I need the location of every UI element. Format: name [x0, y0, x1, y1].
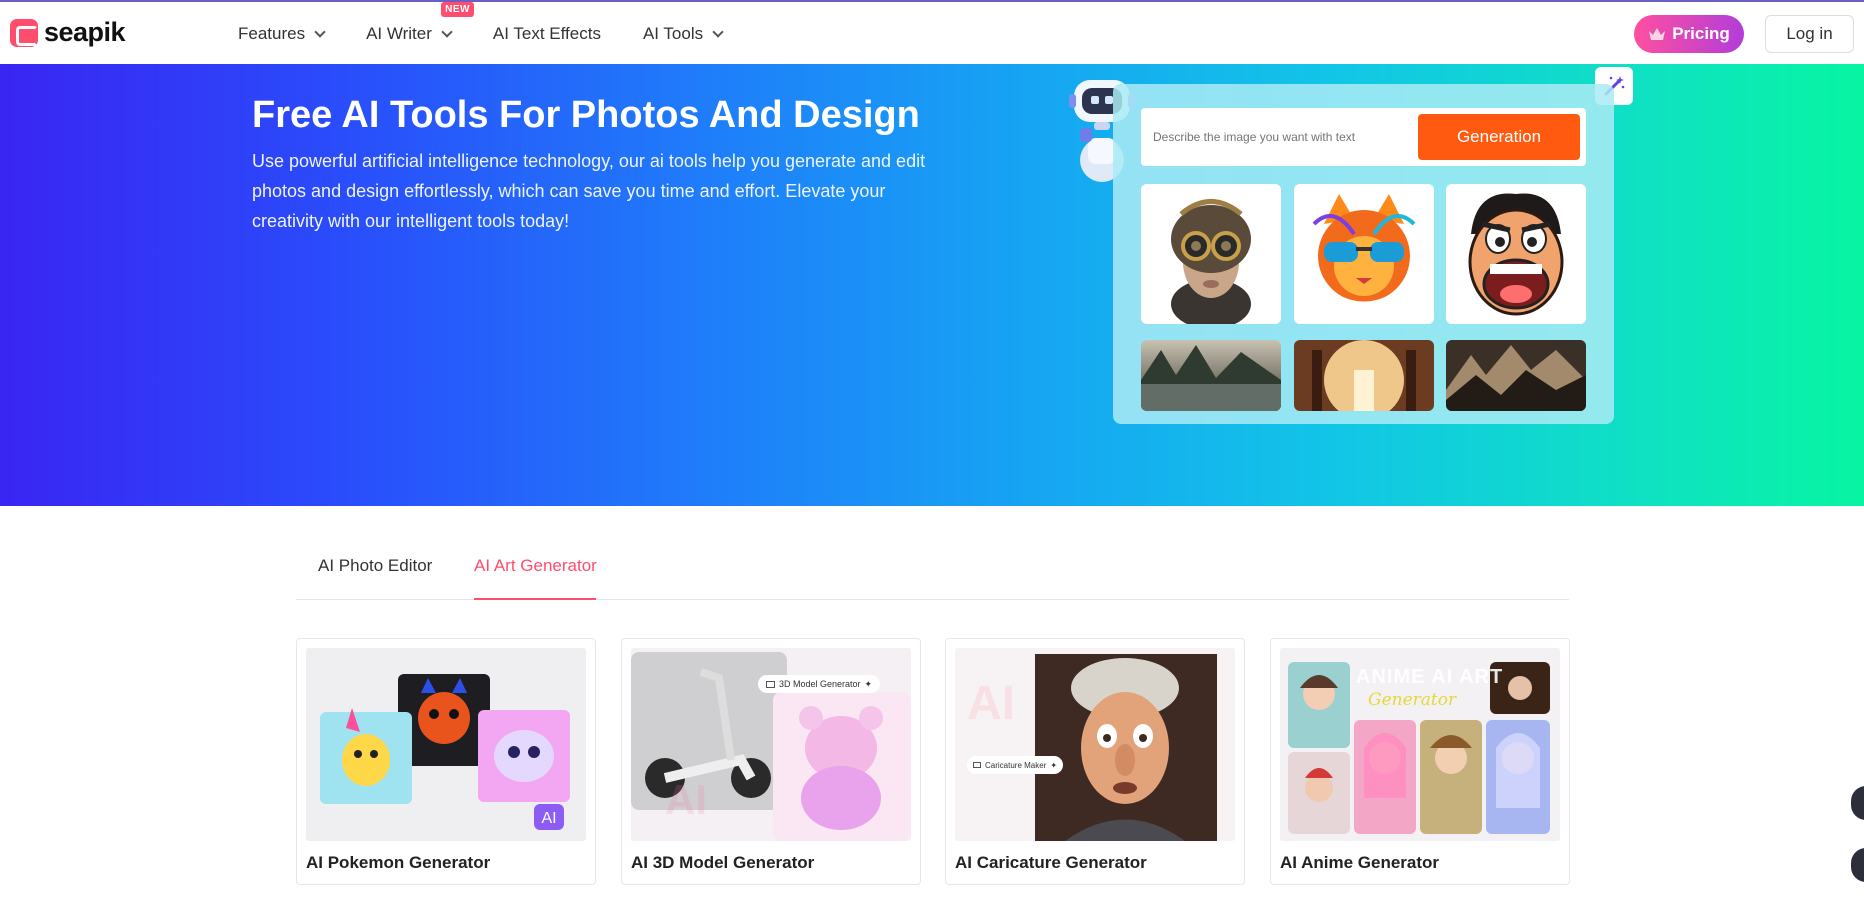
image-icon	[766, 680, 775, 688]
chevron-down-icon	[314, 25, 326, 38]
sparkle-icon: ✦	[864, 678, 873, 689]
sample-image-golden-hall[interactable]	[1294, 340, 1434, 411]
sample-image-cartoon-face[interactable]	[1446, 184, 1586, 324]
chevron-down-icon	[712, 25, 724, 38]
tool-card-pokemon[interactable]: AI AI Pokemon Generator	[296, 638, 596, 885]
tool-card-anime[interactable]: ANIME AI ART Generator AI Anime Generato…	[1270, 638, 1570, 885]
caricature-maker-tag: Caricature Maker ✦	[967, 756, 1064, 774]
card-title: AI Anime Generator	[1280, 853, 1440, 872]
card-title: AI Caricature Generator	[955, 853, 1147, 872]
nav-item-label: AI Text Effects	[492, 24, 601, 43]
tool-card-3d-model[interactable]: 3D Model Generator ✦ AI AI 3D Model Gene…	[621, 638, 921, 885]
hero-title: Free AI Tools For Photos And Design	[252, 94, 920, 136]
3d-model-generator-tag: 3D Model Generator ✦	[758, 675, 881, 693]
active-tab-indicator	[474, 598, 596, 600]
tool-card-caricature[interactable]: AI Caricature Maker ✦ AI Caricature Gene…	[945, 638, 1245, 885]
nav-item-ai-tools[interactable]: AI Tools	[642, 24, 724, 44]
card-image: AI Caricature Maker ✦	[955, 648, 1235, 841]
card-image: AI	[306, 648, 586, 841]
sample-image-lake-landscape[interactable]	[1141, 340, 1281, 411]
image-icon	[973, 762, 981, 768]
brand-name: seapik	[44, 17, 126, 47]
tag-label: 3D Model Generator	[779, 679, 861, 689]
hero-banner: Free AI Tools For Photos And Design Use …	[0, 64, 1864, 506]
nav-item-label: AI Tools	[642, 24, 704, 43]
generator-preview-panel: Generation	[1113, 84, 1614, 424]
pricing-label: Pricing	[1672, 24, 1730, 43]
prompt-bar: Generation	[1141, 108, 1586, 166]
svg-text:AI: AI	[541, 810, 556, 827]
card-image: 3D Model Generator ✦ AI	[631, 648, 911, 841]
login-button[interactable]: Log in	[1765, 15, 1854, 53]
hero-description: Use powerful artificial intelligence tec…	[252, 151, 926, 231]
ai-watermark: AI	[665, 776, 707, 823]
sample-image-cat-sunglasses[interactable]	[1294, 184, 1434, 324]
floating-help-button[interactable]	[1851, 848, 1864, 882]
sample-image-steampunk-portrait[interactable]	[1141, 184, 1281, 324]
new-badge: NEW	[441, 2, 474, 17]
anime-ai-art-banner: ANIME AI ART	[1356, 666, 1504, 688]
card-title: AI 3D Model Generator	[631, 853, 815, 872]
card-title: AI Pokemon Generator	[306, 853, 491, 872]
main-nav: Features AI Writer NEW AI Text Effects A…	[238, 2, 764, 66]
nav-item-label: AI Writer	[366, 24, 432, 43]
pricing-button[interactable]: Pricing	[1634, 15, 1744, 53]
chevron-down-icon	[441, 25, 453, 38]
nav-item-ai-text-effects[interactable]: AI Text Effects	[493, 24, 601, 44]
card-image: ANIME AI ART Generator	[1280, 648, 1560, 841]
nav-item-ai-writer[interactable]: AI Writer NEW	[366, 2, 474, 44]
sample-image-mountain-peaks[interactable]	[1446, 340, 1586, 411]
tab-ai-art-generator[interactable]: AI Art Generator	[474, 556, 597, 576]
tab-ai-photo-editor[interactable]: AI Photo Editor	[318, 556, 432, 576]
seapik-logo-icon	[10, 18, 38, 47]
crown-icon	[1648, 27, 1666, 41]
nav-item-features[interactable]: Features	[238, 24, 326, 44]
prompt-input[interactable]	[1153, 108, 1403, 166]
category-tabs: AI Photo Editor AI Art Generator	[296, 520, 1569, 600]
anime-generator-script: Generator	[1368, 690, 1457, 710]
nav-item-label: Features	[238, 24, 306, 43]
seapik-logo[interactable]: seapik	[10, 17, 126, 48]
tag-label: Caricature Maker	[985, 760, 1047, 770]
sparkle-icon: ✦	[1050, 760, 1058, 770]
top-navigation-bar: seapik Features AI Writer NEW AI Text Ef…	[0, 0, 1864, 64]
ai-watermark: AI	[967, 677, 1015, 730]
generation-button[interactable]: Generation	[1418, 114, 1580, 160]
floating-chat-button[interactable]	[1851, 786, 1864, 820]
